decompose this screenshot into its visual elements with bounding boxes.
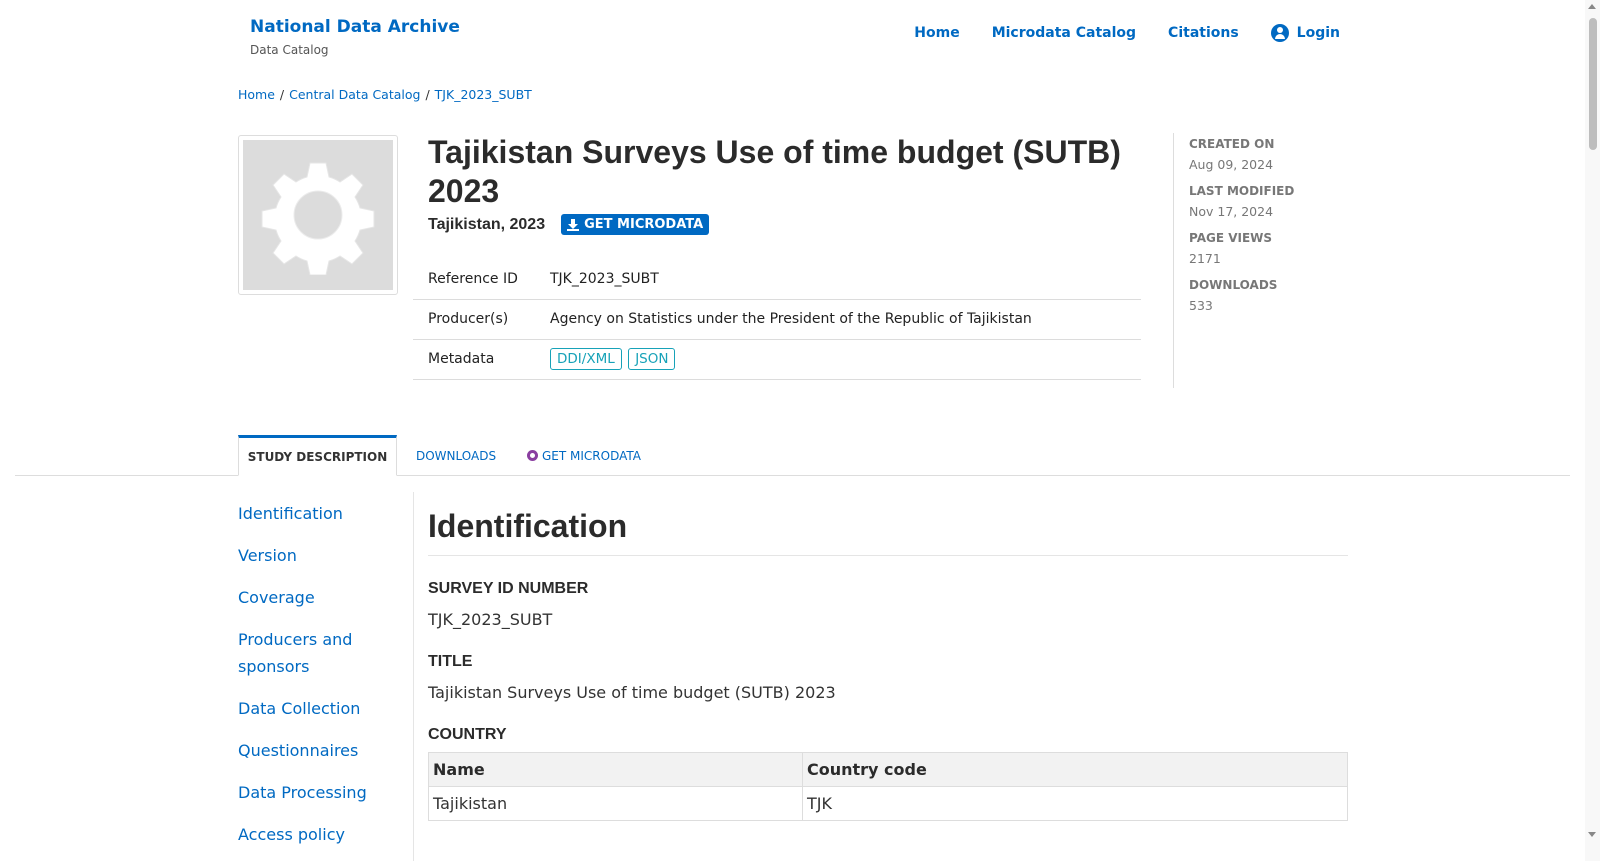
get-microdata-button[interactable]: GET MICRODATA xyxy=(561,214,710,235)
tab-study-description[interactable]: STUDY DESCRIPTION xyxy=(238,435,397,476)
page-scrollbar[interactable] xyxy=(1585,0,1600,861)
get-microdata-label: GET MICRODATA xyxy=(584,217,704,232)
study-title: Tajikistan Surveys Use of time budget (S… xyxy=(428,134,1121,209)
breadcrumb-central-catalog[interactable]: Central Data Catalog xyxy=(289,87,420,102)
breadcrumb-study[interactable]: TJK_2023_SUBT xyxy=(435,87,532,102)
section-heading: Identification xyxy=(428,508,1348,556)
tab-get-microdata-label: GET MICRODATA xyxy=(542,448,641,463)
section-nav-access-policy[interactable]: Access policy xyxy=(238,821,398,848)
study-country-year: Tajikistan, 2023 xyxy=(428,215,546,233)
last-modified-value: Nov 17, 2024 xyxy=(1189,204,1274,219)
main-content: Identification SURVEY ID NUMBER TJK_2023… xyxy=(428,508,1348,821)
study-subheader: Tajikistan, 2023 GET MICRODATA xyxy=(428,214,710,235)
section-nav-identification[interactable]: Identification xyxy=(238,500,398,527)
study-meta-table: Reference ID TJK_2023_SUBT Producer(s) A… xyxy=(413,259,1141,380)
study-stats: CREATED ON Aug 09, 2024 LAST MODIFIED No… xyxy=(1173,133,1294,388)
country-label: COUNTRY xyxy=(428,726,507,743)
lock-icon xyxy=(527,450,538,461)
page-views-value: 2171 xyxy=(1189,251,1221,266)
table-row: Tajikistan TJK xyxy=(428,786,1348,821)
nav-login-label: Login xyxy=(1296,25,1340,41)
json-link[interactable]: JSON xyxy=(628,348,676,370)
section-nav-data-collection[interactable]: Data Collection xyxy=(238,695,398,722)
brand[interactable]: National Data Archive Data Catalog xyxy=(250,17,460,57)
table-row: Reference ID TJK_2023_SUBT xyxy=(413,259,1141,300)
table-row: Producer(s) Agency on Statistics under t… xyxy=(413,299,1141,340)
download-icon xyxy=(567,218,580,231)
table-row: Metadata DDI/XML JSON xyxy=(413,339,1141,380)
section-nav-data-processing[interactable]: Data Processing xyxy=(238,779,398,806)
user-circle-icon xyxy=(1270,24,1289,42)
study-tabs: STUDY DESCRIPTION DOWNLOADS GET MICRODAT… xyxy=(0,435,1570,476)
section-nav-version[interactable]: Version xyxy=(238,542,398,569)
tab-get-microdata[interactable]: GET MICRODATA xyxy=(511,435,657,476)
nav-citations[interactable]: Citations xyxy=(1168,25,1239,41)
brand-title[interactable]: National Data Archive xyxy=(250,17,460,37)
nav-microdata-catalog[interactable]: Microdata Catalog xyxy=(992,25,1136,41)
breadcrumb: Home / Central Data Catalog / TJK_2023_S… xyxy=(238,87,532,102)
section-nav-coverage[interactable]: Coverage xyxy=(238,584,398,611)
table-header-row: Name Country code xyxy=(428,752,1348,787)
column-header-country-code: Country code xyxy=(802,752,1348,787)
column-header-name: Name xyxy=(428,752,803,787)
brand-subtitle: Data Catalog xyxy=(250,43,329,57)
nav-login[interactable]: Login xyxy=(1270,24,1340,42)
survey-id-label: SURVEY ID NUMBER xyxy=(428,580,589,597)
downloads-value: 533 xyxy=(1189,298,1213,313)
title-label: TITLE xyxy=(428,653,473,670)
scroll-up-icon[interactable] xyxy=(1588,4,1596,9)
scroll-down-icon[interactable] xyxy=(1588,832,1596,837)
survey-id-value: TJK_2023_SUBT xyxy=(428,610,553,629)
page-views-label: PAGE VIEWS xyxy=(1189,231,1273,245)
country-table: Name Country code Tajikistan TJK xyxy=(428,752,1348,821)
breadcrumb-home[interactable]: Home xyxy=(238,87,275,102)
title-value: Tajikistan Surveys Use of time budget (S… xyxy=(428,683,836,702)
producers-value: Agency on Statistics under the President… xyxy=(535,299,1141,340)
nav-home[interactable]: Home xyxy=(914,25,959,41)
metadata-label: Metadata xyxy=(413,339,535,380)
metadata-links: DDI/XML JSON xyxy=(535,339,1141,380)
country-code-cell: TJK xyxy=(802,786,1348,821)
last-modified-label: LAST MODIFIED xyxy=(1189,184,1295,198)
ddi-xml-link[interactable]: DDI/XML xyxy=(550,348,622,370)
section-nav-producers[interactable]: Producers and sponsors xyxy=(238,626,398,680)
downloads-label: DOWNLOADS xyxy=(1189,278,1278,292)
scrollbar-thumb[interactable] xyxy=(1589,18,1597,150)
tab-downloads[interactable]: DOWNLOADS xyxy=(400,435,512,476)
content-divider xyxy=(413,492,414,861)
reference-id-value: TJK_2023_SUBT xyxy=(535,259,1141,300)
country-name-cell: Tajikistan xyxy=(428,786,803,821)
producers-label: Producer(s) xyxy=(413,299,535,340)
created-on-label: CREATED ON xyxy=(1189,137,1275,151)
top-nav: Home Microdata Catalog Citations Login xyxy=(914,24,1340,42)
section-nav-questionnaires[interactable]: Questionnaires xyxy=(238,737,398,764)
created-on-value: Aug 09, 2024 xyxy=(1189,157,1274,172)
breadcrumb-separator: / xyxy=(279,87,285,102)
study-thumbnail xyxy=(238,135,398,295)
breadcrumb-separator: / xyxy=(425,87,430,102)
reference-id-label: Reference ID xyxy=(413,259,535,300)
gear-icon xyxy=(243,140,393,290)
section-nav: Identification Version Coverage Producer… xyxy=(238,500,398,861)
